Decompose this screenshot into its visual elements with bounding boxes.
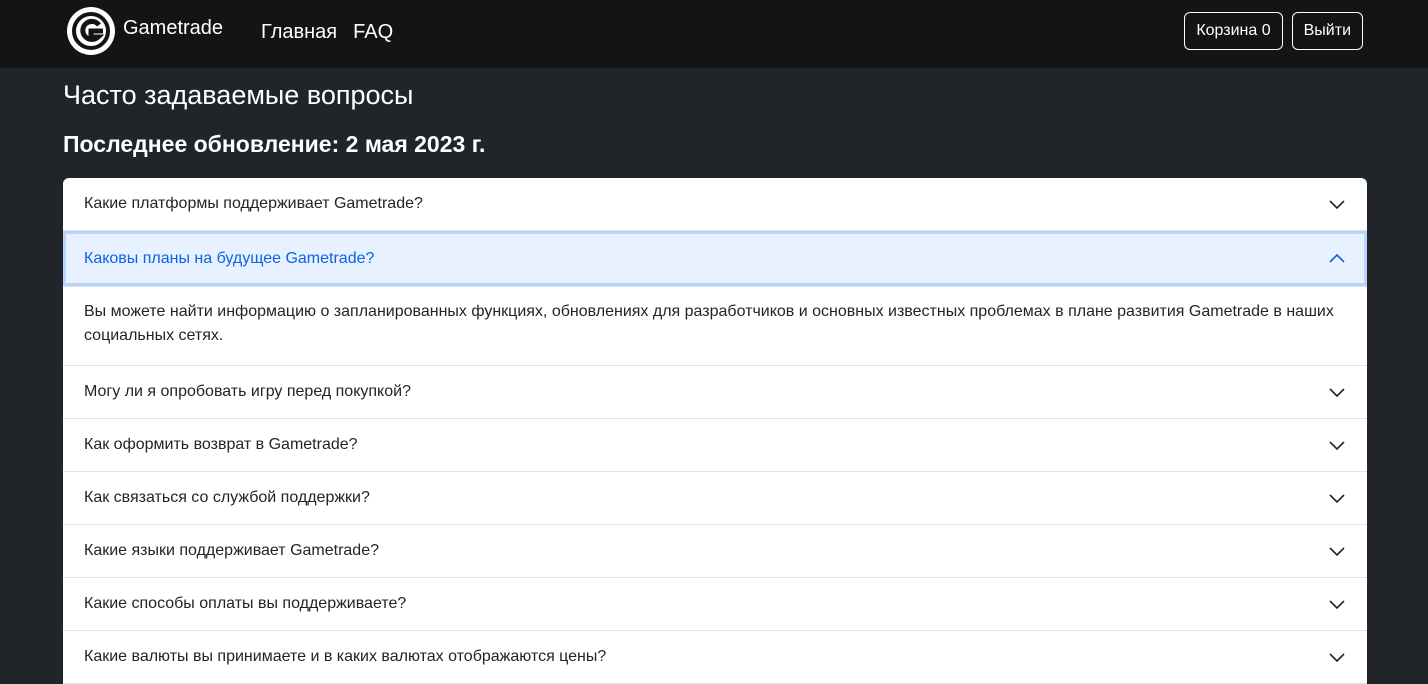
chevron-down-icon xyxy=(1329,653,1345,663)
faq-item: Как оформить возврат в Gametrade? xyxy=(63,419,1367,472)
faq-answer: Вы можете найти информацию о запланирова… xyxy=(84,303,1334,344)
faq-question-button[interactable]: Какие языки поддерживает Gametrade? xyxy=(63,525,1367,577)
faq-question-button[interactable]: Каковы планы на будущее Gametrade? xyxy=(63,231,1367,287)
faq-question-button[interactable]: Какие способы оплаты вы поддерживаете? xyxy=(63,578,1367,630)
faq-question-text: Как оформить возврат в Gametrade? xyxy=(84,436,358,453)
cart-button[interactable]: Корзина 0 xyxy=(1184,12,1283,50)
nav-link-home[interactable]: Главная xyxy=(261,19,337,45)
faq-question-text: Какие языки поддерживает Gametrade? xyxy=(84,542,379,559)
faq-item: Какие платформы поддерживает Gametrade? xyxy=(63,178,1367,231)
last-updated: Последнее обновление: 2 мая 2023 г. xyxy=(63,131,486,157)
navbar: Gametrade Главная FAQ Корзина 0 Выйти xyxy=(0,0,1428,68)
faq-question-text: Каковы планы на будущее Gametrade? xyxy=(84,249,375,267)
faq-item: Какие языки поддерживает Gametrade? xyxy=(63,525,1367,578)
faq-question-text: Как связаться со службой поддержки? xyxy=(84,489,370,506)
brand-link[interactable]: Gametrade xyxy=(66,6,223,56)
faq-item: Какие способы оплаты вы поддерживаете? xyxy=(63,578,1367,631)
faq-item: Как связаться со службой поддержки? xyxy=(63,472,1367,525)
page-title: Часто задаваемые вопросы xyxy=(63,80,414,110)
faq-item: Какие валюты вы принимаете и в каких вал… xyxy=(63,631,1367,684)
faq-question-button[interactable]: Как связаться со службой поддержки? xyxy=(63,472,1367,524)
faq-question-button[interactable]: Как оформить возврат в Gametrade? xyxy=(63,419,1367,471)
faq-question-button[interactable]: Какие валюты вы принимаете и в каких вал… xyxy=(63,631,1367,683)
chevron-down-icon xyxy=(1329,388,1345,398)
faq-item: Каковы планы на будущее Gametrade? Вы мож… xyxy=(63,231,1367,366)
logout-button[interactable]: Выйти xyxy=(1291,12,1363,50)
faq-question-button[interactable]: Могу ли я опробовать игру перед покупкой… xyxy=(63,366,1367,418)
chevron-down-icon xyxy=(1329,494,1345,504)
chevron-down-icon xyxy=(1329,547,1345,557)
brand-name: Gametrade xyxy=(123,16,224,39)
nav-link-faq[interactable]: FAQ xyxy=(353,19,393,45)
chevron-down-icon xyxy=(1329,441,1345,451)
chevron-down-icon xyxy=(1329,600,1345,610)
faq-question-text: Какие валюты вы принимаете и в каких вал… xyxy=(84,648,607,665)
nav-actions: Корзина 0 Выйти xyxy=(1184,12,1363,50)
faq-question-text: Какие платформы поддерживает Gametrade? xyxy=(84,195,423,212)
chevron-up-icon xyxy=(1329,253,1345,263)
faq-question-button[interactable]: Какие платформы поддерживает Gametrade? xyxy=(63,178,1367,230)
nav-links: Главная FAQ xyxy=(261,19,393,45)
chevron-down-icon xyxy=(1329,200,1345,210)
faq-item: Могу ли я опробовать игру перед покупкой… xyxy=(63,366,1367,419)
faq-question-text: Какие способы оплаты вы поддерживаете? xyxy=(84,595,407,612)
faq-question-text: Могу ли я опробовать игру перед покупкой… xyxy=(84,383,411,400)
faq-accordion: Какие платформы поддерживает Gametrade? К… xyxy=(63,178,1367,684)
gametrade-logo-icon xyxy=(67,7,115,55)
